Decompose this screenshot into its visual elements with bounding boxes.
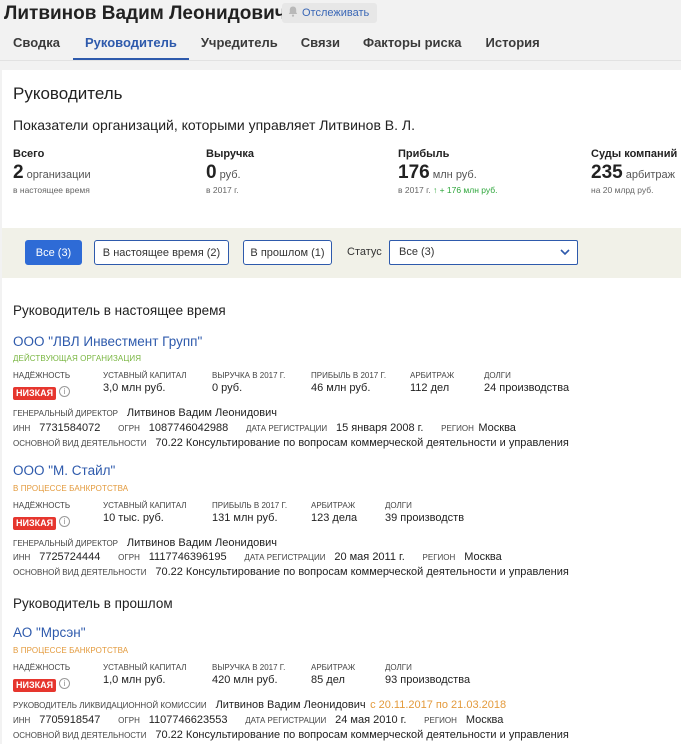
org-name-link[interactable]: ООО "М. Стайл" — [13, 463, 115, 478]
capital-value: 3,0 млн руб. — [103, 382, 166, 394]
bell-icon — [288, 6, 298, 20]
filter-current-button[interactable]: В настоящее время (2) — [94, 240, 229, 265]
info-icon[interactable]: i — [59, 386, 71, 398]
profit-value: 131 млн руб. — [212, 512, 278, 524]
follow-button-label: Отслеживать — [302, 7, 370, 19]
tab-founder[interactable]: Учредитель — [201, 30, 278, 60]
filter-bar: Все (3) В настоящее время (2) В прошлом … — [2, 228, 681, 278]
info-icon[interactable]: i — [59, 516, 71, 528]
section-heading: Руководитель — [13, 84, 123, 103]
past-section-title: Руководитель в прошлом — [13, 596, 173, 611]
tab-bar: Сводка Руководитель Учредитель Связи Фак… — [0, 30, 540, 60]
tab-connections[interactable]: Связи — [301, 30, 340, 60]
tab-director[interactable]: Руководитель — [72, 30, 189, 60]
reliability-badge: низкая — [13, 679, 57, 692]
org-status: в процессе банкротства — [13, 646, 129, 655]
arbitration-value[interactable]: 123 дела — [311, 512, 357, 524]
status-label: Статус — [347, 246, 382, 258]
current-section-title: Руководитель в настоящее время — [13, 303, 226, 318]
org-status: действующая организация — [13, 354, 142, 363]
capital-value: 10 тыс. руб. — [103, 512, 164, 524]
section-subtitle: Показатели организаций, которыми управля… — [13, 117, 415, 133]
activity-value: 70.22 Консультирование по вопросам комме… — [155, 437, 569, 449]
page-title: Литвинов Вадим Леонидович — [4, 3, 286, 24]
debts-value[interactable]: 24 производства — [484, 382, 569, 394]
reliability-badge: низкая — [13, 387, 57, 400]
debts-value[interactable]: 39 производств — [385, 512, 464, 524]
profit-value: 46 млн руб. — [311, 382, 371, 394]
revenue-value: 420 млн руб. — [212, 674, 278, 686]
tab-history[interactable]: История — [486, 30, 540, 60]
org-name-link[interactable]: АО "Мрсэн" — [13, 625, 86, 640]
arbitration-value[interactable]: 85 дел — [311, 674, 345, 686]
activity-value: 70.22 Консультирование по вопросам комме… — [155, 566, 569, 578]
filter-past-button[interactable]: В прошлом (1) — [243, 240, 332, 265]
info-icon[interactable]: i — [59, 678, 71, 690]
revenue-value: 0 руб. — [212, 382, 243, 394]
capital-value: 1,0 млн руб. — [103, 674, 166, 686]
arbitration-value[interactable]: 112 дел — [410, 382, 449, 394]
profit-growth: ↑ + 176 млн руб. — [432, 185, 498, 195]
debts-value[interactable]: 93 производства — [385, 674, 470, 686]
chevron-down-icon — [560, 249, 570, 256]
status-select-value: Все (3) — [399, 246, 435, 258]
org-status: в процессе банкротства — [13, 484, 129, 493]
page-header: Литвинов Вадим Леонидович Отслеживать Св… — [0, 0, 681, 62]
content-panel: Руководитель Показатели организаций, кот… — [2, 70, 681, 744]
status-select[interactable]: Все (3) — [389, 240, 578, 265]
org-name-link[interactable]: ООО "ЛВЛ Инвестмент Групп" — [13, 334, 202, 349]
tab-risk-factors[interactable]: Факторы риска — [363, 30, 462, 60]
reliability-badge: низкая — [13, 517, 57, 530]
filter-all-button[interactable]: Все (3) — [25, 240, 82, 265]
header-divider — [0, 60, 681, 61]
tab-summary[interactable]: Сводка — [13, 30, 60, 60]
activity-value: 70.22 Консультирование по вопросам комме… — [155, 729, 569, 741]
follow-button[interactable]: Отслеживать — [282, 3, 378, 23]
